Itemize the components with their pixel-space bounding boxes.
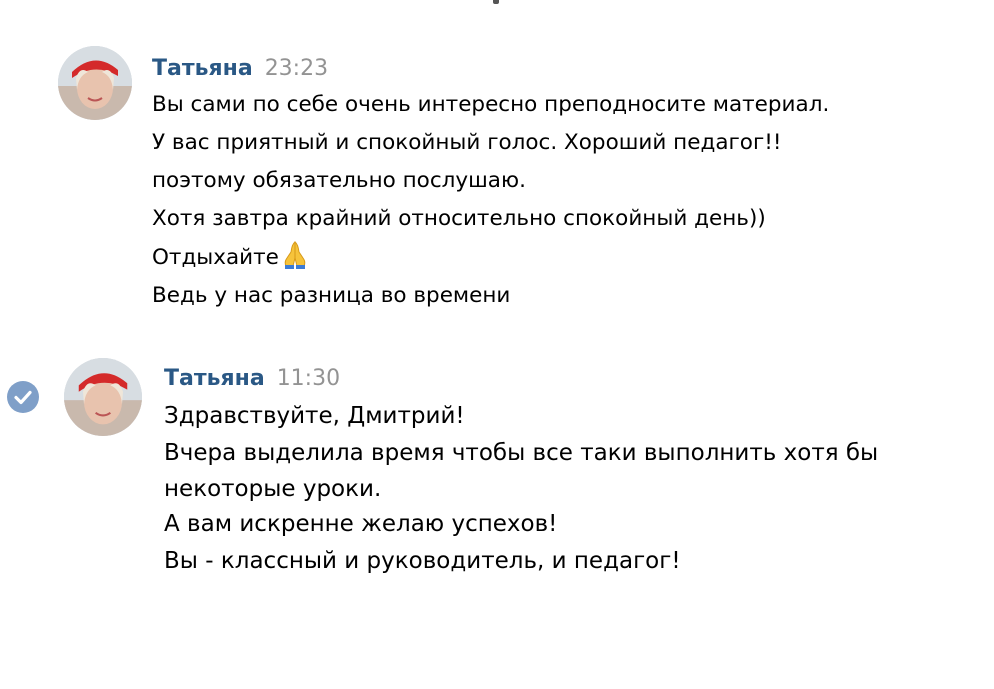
message-header: Татьяна 23:23 (152, 56, 328, 81)
message-text: Вы сами по себе очень интересно преподно… (152, 86, 829, 315)
check-icon[interactable] (7, 381, 39, 413)
message-line: Здравствуйте, Дмитрий! (164, 403, 465, 429)
message-line: Хотя завтра крайний относительно спокойн… (152, 206, 766, 231)
praying-hands-icon (279, 238, 311, 270)
avatar-image (58, 46, 132, 120)
message-line: Вы - классный и руководитель, и педагог! (164, 548, 681, 574)
avatar-image (64, 358, 142, 436)
message-line: Вы сами по себе очень интересно преподно… (152, 92, 830, 117)
message-line: поэтому обязательно послушаю. (152, 168, 526, 193)
message-time[interactable]: 11:30 (277, 366, 340, 391)
message-text: Здравствуйте, Дмитрий! Вчера выделила вр… (164, 398, 878, 580)
message-line: Ведь у нас разница во времени (152, 283, 511, 308)
scroll-indicator (493, 0, 499, 4)
message-line: Вчера выделила время чтобы все таки выпо… (164, 440, 879, 466)
avatar[interactable] (58, 46, 132, 120)
author-name[interactable]: Татьяна (164, 366, 265, 391)
message-line: Отдыхайте (152, 238, 829, 277)
message-line: некоторые уроки. (164, 476, 382, 502)
message-line: У вас приятный и спокойный голос. Хороши… (152, 130, 782, 155)
avatar[interactable] (64, 358, 142, 436)
author-name[interactable]: Татьяна (152, 56, 253, 81)
message-line-text: Отдыхайте (152, 245, 279, 270)
message-line: А вам искренне желаю успехов! (164, 511, 558, 537)
message-header: Татьяна 11:30 (164, 366, 340, 391)
message-time[interactable]: 23:23 (265, 56, 328, 81)
